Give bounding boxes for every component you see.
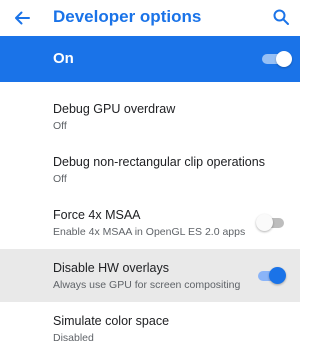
- search-button[interactable]: [272, 8, 290, 26]
- setting-summary: Enable 4x MSAA in OpenGL ES 2.0 apps: [53, 226, 246, 238]
- back-button[interactable]: [11, 7, 33, 29]
- master-toggle-switch[interactable]: [262, 51, 292, 67]
- setting-summary: Off: [53, 120, 67, 132]
- setting-title: Simulate color space: [53, 314, 170, 328]
- setting-item-debug-gpu-overdraw[interactable]: Debug GPU overdraw Off: [0, 90, 300, 143]
- setting-item-debug-clip-operations[interactable]: Debug non-rectangular clip operations Of…: [0, 143, 300, 196]
- setting-item-simulate-color-space[interactable]: Simulate color space Disabled: [0, 302, 300, 353]
- page-title: Developer options: [53, 7, 202, 26]
- setting-title: Disable HW overlays: [53, 261, 170, 275]
- switch-thumb: [269, 267, 286, 284]
- switch-thumb: [276, 51, 292, 67]
- setting-title: Force 4x MSAA: [53, 208, 141, 222]
- switch-thumb: [256, 214, 273, 231]
- master-switch-label: On: [53, 50, 74, 67]
- disable-hw-overlays-switch[interactable]: [256, 267, 286, 285]
- setting-summary: Off: [53, 173, 67, 185]
- force-4x-msaa-switch[interactable]: [256, 214, 286, 232]
- setting-item-disable-hw-overlays[interactable]: Disable HW overlays Always use GPU for s…: [0, 249, 300, 302]
- setting-summary: Always use GPU for screen compositing: [53, 279, 241, 291]
- master-switch-bar[interactable]: On: [0, 36, 300, 82]
- app-bar: Developer options: [0, 0, 300, 36]
- setting-title: Debug GPU overdraw: [53, 102, 176, 116]
- arrow-back-icon: [15, 11, 30, 25]
- setting-summary: Disabled: [53, 332, 94, 344]
- search-icon: [273, 9, 289, 25]
- setting-title: Debug non-rectangular clip operations: [53, 155, 265, 169]
- setting-item-force-4x-msaa[interactable]: Force 4x MSAA Enable 4x MSAA in OpenGL E…: [0, 196, 300, 249]
